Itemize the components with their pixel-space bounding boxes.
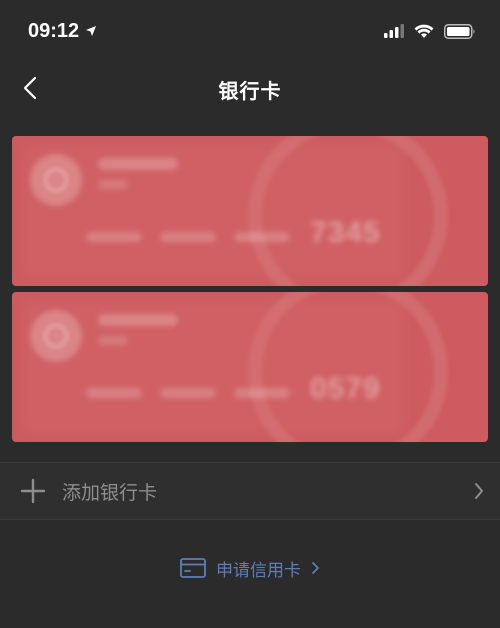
status-icons (384, 23, 476, 39)
location-arrow-icon (86, 26, 97, 36)
chevron-right-icon (475, 483, 483, 499)
add-bank-card-label: 添加银行卡 (62, 481, 158, 504)
chevron-left-icon (23, 76, 37, 100)
status-bar: 09:12 (0, 0, 500, 62)
battery-icon (444, 23, 475, 39)
page-title: 银行卡 (218, 78, 282, 103)
plus-icon (20, 478, 46, 504)
privacy-blur (24, 300, 404, 434)
navigation-bar: 银行卡 (0, 62, 500, 116)
chevron-right-icon (312, 562, 319, 574)
status-time-group: 09:12 (28, 20, 97, 43)
back-button[interactable] (14, 72, 46, 104)
apply-credit-card-label: 申请信用卡 (216, 560, 301, 581)
wifi-icon (414, 24, 434, 38)
apply-credit-card-link[interactable]: 申请信用卡 (0, 548, 500, 588)
status-time: 09:12 (28, 19, 80, 42)
add-bank-card-row[interactable]: 添加银行卡 (0, 462, 500, 520)
credit-card-icon (180, 558, 206, 578)
bank-card[interactable]: 7345 (12, 136, 488, 286)
bank-card[interactable]: 0579 (12, 292, 488, 442)
cellular-signal-icon (384, 24, 404, 38)
privacy-blur (24, 144, 404, 278)
